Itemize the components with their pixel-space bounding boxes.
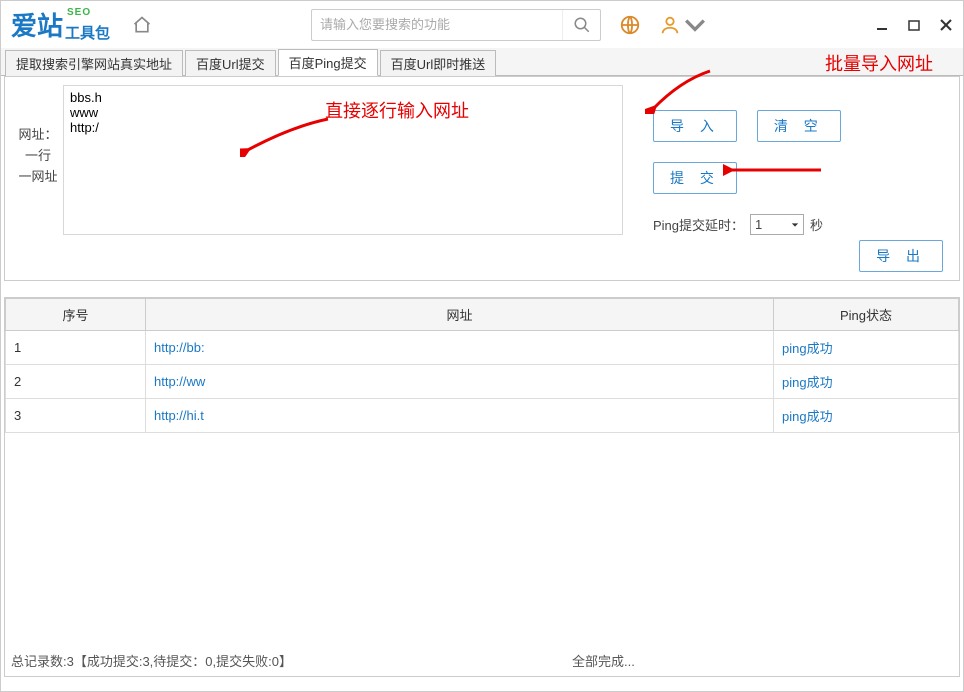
tab-baidu-url-submit[interactable]: 百度Url提交 bbox=[185, 50, 276, 76]
label-line3: 一网址 bbox=[13, 167, 63, 188]
delay-row: Ping提交延时： 1 秒 导 出 bbox=[653, 214, 951, 235]
minimize-button[interactable] bbox=[875, 18, 889, 32]
user-icon[interactable] bbox=[659, 14, 706, 36]
delay-label: Ping提交延时： bbox=[653, 215, 744, 234]
label-line1: 网址： bbox=[13, 125, 63, 146]
cell-url[interactable]: http://hi.t bbox=[146, 399, 774, 433]
header-status[interactable]: Ping状态 bbox=[774, 299, 959, 331]
annotation-batch-import: 批量导入网址 bbox=[825, 50, 933, 76]
import-button[interactable]: 导 入 bbox=[653, 110, 737, 142]
globe-icon[interactable] bbox=[619, 14, 641, 36]
chevron-down-icon bbox=[684, 14, 706, 36]
tab-extract-real-url[interactable]: 提取搜索引擎网站真实地址 bbox=[5, 50, 183, 76]
cell-seq: 1 bbox=[6, 331, 146, 365]
tab-baidu-url-push[interactable]: 百度Url即时推送 bbox=[380, 50, 497, 76]
cell-url[interactable]: http://bb: bbox=[146, 331, 774, 365]
search-icon bbox=[573, 16, 591, 34]
search-box bbox=[311, 9, 601, 41]
logo-text-main: 爱站 bbox=[11, 6, 63, 43]
search-input[interactable] bbox=[320, 17, 562, 32]
cell-seq: 2 bbox=[6, 365, 146, 399]
export-button[interactable]: 导 出 bbox=[859, 240, 943, 272]
table-header-row: 序号 网址 Ping状态 bbox=[6, 299, 959, 331]
window-controls bbox=[875, 18, 953, 32]
footer-stats: 总记录数:3【成功提交:3,待提交：0,提交失败:0】 bbox=[11, 651, 292, 670]
label-line2: 一行 bbox=[13, 146, 63, 167]
delay-dropdown[interactable]: 1 bbox=[750, 214, 804, 235]
arrow-icon bbox=[645, 69, 715, 114]
cell-url[interactable]: http://ww bbox=[146, 365, 774, 399]
table-row[interactable]: 2 http://ww ping成功 bbox=[6, 365, 959, 399]
tab-baidu-ping-submit[interactable]: 百度Ping提交 bbox=[278, 49, 378, 76]
home-icon[interactable] bbox=[132, 15, 152, 35]
status-footer: 总记录数:3【成功提交:3,待提交：0,提交失败:0】 全部完成... bbox=[11, 651, 953, 670]
logo-sub: 工具包 bbox=[65, 22, 110, 43]
header-seq[interactable]: 序号 bbox=[6, 299, 146, 331]
input-panel: 网址： 一行 一网址 导 入 清 空 提 交 Ping提交延时： 1 秒 导 bbox=[4, 76, 960, 281]
arrow-icon bbox=[723, 161, 823, 179]
cell-seq: 3 bbox=[6, 399, 146, 433]
table-row[interactable]: 1 http://bb: ping成功 bbox=[6, 331, 959, 365]
top-icon-group bbox=[619, 14, 706, 36]
cell-status: ping成功 bbox=[774, 399, 959, 433]
url-label: 网址： 一行 一网址 bbox=[13, 85, 63, 272]
logo-seo: SEO bbox=[67, 7, 91, 18]
arrow-icon bbox=[240, 117, 330, 157]
search-button[interactable] bbox=[562, 10, 600, 40]
cell-status: ping成功 bbox=[774, 365, 959, 399]
close-button[interactable] bbox=[939, 18, 953, 32]
delay-value: 1 bbox=[755, 217, 762, 232]
delay-unit: 秒 bbox=[810, 215, 823, 234]
footer-progress: 全部完成... bbox=[572, 651, 635, 670]
tab-row: 提取搜索引擎网站真实地址 百度Url提交 百度Ping提交 百度Url即时推送 … bbox=[1, 48, 963, 76]
chevron-down-icon bbox=[791, 221, 799, 229]
top-bar: 爱站 SEO 工具包 bbox=[1, 1, 963, 48]
annotation-inline-input: 直接逐行输入网址 bbox=[325, 97, 469, 123]
clear-button[interactable]: 清 空 bbox=[757, 110, 841, 142]
header-url[interactable]: 网址 bbox=[146, 299, 774, 331]
result-table-wrap: 序号 网址 Ping状态 1 http://bb: ping成功 2 http:… bbox=[4, 297, 960, 677]
result-table: 序号 网址 Ping状态 1 http://bb: ping成功 2 http:… bbox=[5, 298, 959, 433]
cell-status: ping成功 bbox=[774, 331, 959, 365]
maximize-button[interactable] bbox=[907, 18, 921, 32]
app-logo: 爱站 SEO 工具包 bbox=[11, 6, 110, 43]
table-row[interactable]: 3 http://hi.t ping成功 bbox=[6, 399, 959, 433]
